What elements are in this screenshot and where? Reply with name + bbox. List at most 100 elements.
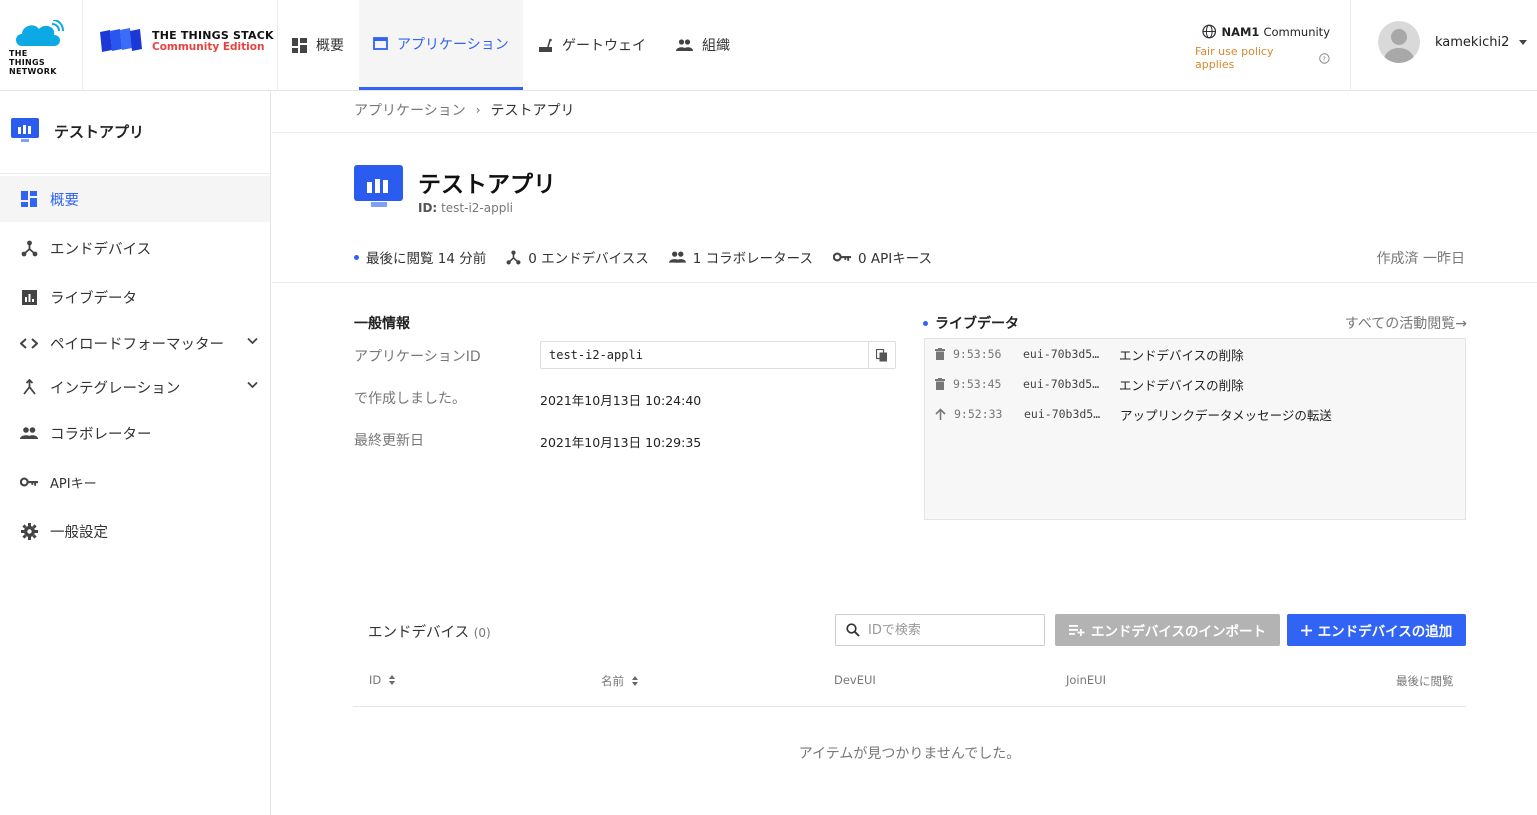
gear-icon xyxy=(20,522,38,540)
devices-count: (0) xyxy=(473,626,491,640)
playlist-add-icon xyxy=(1068,625,1085,636)
stat-api-keys[interactable]: 0 APIキース xyxy=(832,247,932,267)
nav-gateways[interactable]: ゲートウェイ xyxy=(524,0,660,90)
updated-value: 2021年10月13日 10:29:35 xyxy=(540,435,702,450)
search-input[interactable] xyxy=(868,622,1028,638)
sidebar-item-label: APIキー xyxy=(50,476,97,492)
import-devices-button[interactable]: エンドデバイスのインポート xyxy=(1055,614,1280,646)
column-label: ID xyxy=(369,673,382,687)
avatar xyxy=(1378,21,1420,63)
help-icon: ? xyxy=(1319,52,1330,64)
breadcrumb-current: テストアプリ xyxy=(490,103,575,119)
column-label: 最後に閲覧 xyxy=(1396,674,1454,688)
code-icon xyxy=(20,337,38,349)
stat-collaborators[interactable]: 1 コラボレータース xyxy=(668,247,813,267)
nav-organizations-label: 組織 xyxy=(702,38,730,54)
sidebar-item-api-keys[interactable]: APIキー xyxy=(0,459,270,505)
collaborators-icon xyxy=(668,251,686,263)
app-stats: 最後に閲覧 14 分前 0 エンドデバイスス 1 コラボレータース 0 APIキ… xyxy=(354,247,952,267)
copy-button[interactable] xyxy=(868,342,895,368)
globe-icon xyxy=(1202,24,1217,39)
event-time: 9:52:33 xyxy=(954,407,1003,421)
column-header-id[interactable]: ID xyxy=(369,673,396,687)
top-header: THE THINGS NETWORK THE THINGS STACK Comm… xyxy=(0,0,1537,91)
event-row[interactable]: 9:52:33 eui-70b3d5… アップリンクデータメッセージの転送 xyxy=(935,404,1332,424)
see-all-activity-link[interactable]: すべての活動閲覧→ xyxy=(1345,313,1467,333)
sidebar-item-live-data[interactable]: ライブデータ xyxy=(0,274,270,320)
event-row[interactable]: 9:53:56 eui-70b3d5… エンドデバイスの削除 xyxy=(935,344,1244,364)
gateway-icon xyxy=(539,38,552,52)
event-message: エンドデバイスの削除 xyxy=(1119,347,1244,363)
fair-use-label: Fair use policy applies xyxy=(1195,45,1274,71)
ttn-text-line2: NETWORK xyxy=(9,67,57,76)
sidebar-item-overview[interactable]: 概要 xyxy=(0,176,270,222)
sort-icon xyxy=(389,675,396,685)
event-time: 9:53:56 xyxy=(953,347,1002,361)
application-icon xyxy=(11,118,39,142)
sidebar-divider xyxy=(0,173,270,174)
fair-use-link[interactable]: Fair use policy applies ? xyxy=(1195,45,1330,71)
sidebar-item-label: 一般設定 xyxy=(50,524,108,541)
table-divider xyxy=(353,706,1466,707)
general-info-title: 一般情報 xyxy=(354,316,410,332)
sidebar-item-payload-formatters[interactable]: ペイロードフォーマッター xyxy=(0,320,270,366)
app-id-field-value: test-i2-appli xyxy=(549,348,643,362)
search-icon xyxy=(846,623,860,637)
breadcrumb: アプリケーション › テストアプリ xyxy=(354,100,575,120)
status-dot-icon xyxy=(354,254,359,260)
breadcrumb-parent[interactable]: アプリケーション xyxy=(354,100,466,120)
column-header-joineui: JoinEUI xyxy=(1066,673,1106,687)
column-header-last-seen: 最後に閲覧 xyxy=(1396,673,1454,689)
username: kamekichi2 xyxy=(1435,34,1510,50)
search-field[interactable] xyxy=(835,614,1045,646)
event-row[interactable]: 9:53:45 eui-70b3d5… エンドデバイスの削除 xyxy=(935,374,1244,394)
nav-overview[interactable]: 概要 xyxy=(278,0,358,90)
trash-icon xyxy=(935,348,945,360)
live-data-title: ライブデータ xyxy=(923,313,1019,333)
created-date: 作成済 一昨日 xyxy=(1376,251,1465,267)
live-data-icon xyxy=(21,289,37,305)
key-icon xyxy=(20,477,38,487)
stat-devices[interactable]: 0 エンドデバイスス xyxy=(506,247,649,267)
event-device: eui-70b3d5… xyxy=(1024,407,1101,421)
empty-table-message: アイテムが見つかりませんでした。 xyxy=(798,746,1021,762)
ttn-logo[interactable]: THE THINGS NETWORK xyxy=(6,16,66,76)
sidebar-item-collaborators[interactable]: コラボレーター xyxy=(0,410,270,456)
nav-applications[interactable]: アプリケーション xyxy=(359,0,523,90)
column-header-name[interactable]: 名前 xyxy=(601,673,638,689)
status-dot-icon xyxy=(923,320,928,326)
app-id-field[interactable]: test-i2-appli xyxy=(540,341,896,369)
sidebar-item-general-settings[interactable]: 一般設定 xyxy=(0,508,270,554)
devices-table-title: エンドデバイス (0) xyxy=(368,621,491,642)
application-icon xyxy=(354,165,403,207)
app-header: テストアプリ ID: test-i2-appli xyxy=(354,164,556,215)
header-divider xyxy=(82,0,83,90)
cluster-selector[interactable]: NAM1 Community Fair use policy applies ? xyxy=(1190,24,1330,72)
app-id-prefix: ID: xyxy=(418,201,438,215)
event-time: 9:53:45 xyxy=(953,377,1002,391)
trash-icon xyxy=(935,378,945,390)
stat-collaborators-label: 1 コラボレータース xyxy=(692,251,813,267)
divider xyxy=(272,282,1537,283)
event-message: エンドデバイスの削除 xyxy=(1119,377,1244,393)
add-device-button[interactable]: エンドデバイスの追加 xyxy=(1287,614,1466,646)
created-label: で作成しました。 xyxy=(354,391,466,407)
updated-label: 最終更新日 xyxy=(354,433,424,449)
cluster-type: Community xyxy=(1263,24,1330,39)
sidebar-item-label: コラボレーター xyxy=(50,426,152,443)
sidebar-item-devices[interactable]: エンドデバイス xyxy=(0,225,270,271)
breadcrumb-separator: › xyxy=(475,103,481,117)
sidebar-item-integrations[interactable]: インテグレーション xyxy=(0,364,270,410)
created-value: 2021年10月13日 10:24:40 xyxy=(540,393,702,408)
user-dropdown[interactable]: kamekichi2 xyxy=(1378,21,1528,63)
tts-logo-icon[interactable] xyxy=(98,28,146,54)
import-devices-label: エンドデバイスのインポート xyxy=(1090,624,1267,640)
cluster-name: NAM1 xyxy=(1221,24,1260,39)
sidebar: テストアプリ 概要 エンドデバイス ライブデータ ペイロードフォーマッター イン… xyxy=(0,91,271,815)
divider xyxy=(272,132,1537,133)
nav-organizations[interactable]: 組織 xyxy=(662,0,744,90)
sidebar-app-title: テストアプリ xyxy=(54,122,145,141)
event-message: アップリンクデータメッセージの転送 xyxy=(1120,407,1332,423)
sidebar-item-label: インテグレーション xyxy=(50,380,181,397)
sidebar-app-header: テストアプリ xyxy=(10,117,144,145)
